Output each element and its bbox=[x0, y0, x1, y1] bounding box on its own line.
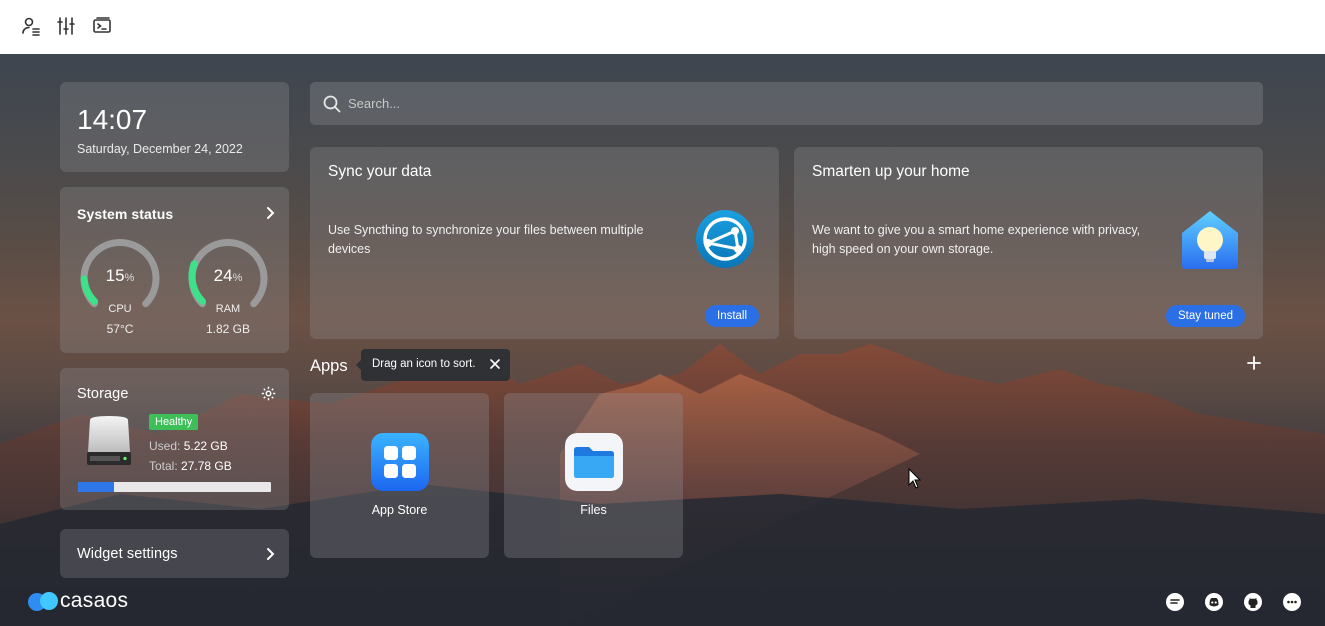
search-input[interactable] bbox=[348, 92, 1228, 114]
mouse-cursor-icon bbox=[908, 468, 922, 489]
tooltip-arrow bbox=[356, 360, 361, 370]
top-toolbar bbox=[0, 0, 1325, 54]
chat-icon[interactable] bbox=[1165, 592, 1185, 612]
app-tile-app-store[interactable]: App Store bbox=[310, 393, 489, 558]
system-status-title: System status bbox=[77, 206, 174, 222]
sliders-icon[interactable] bbox=[55, 15, 77, 37]
cpu-label: CPU bbox=[108, 303, 132, 315]
drag-sort-tooltip: Drag an icon to sort. bbox=[356, 349, 510, 381]
ram-label: RAM bbox=[215, 303, 241, 315]
sync-data-card: Sync your data Use Syncthing to synchron… bbox=[310, 147, 779, 339]
search-icon bbox=[323, 95, 341, 113]
clock-time: 14:07 bbox=[77, 104, 148, 135]
storage-usage-bar bbox=[78, 482, 271, 492]
brand-name: casaos bbox=[60, 589, 129, 612]
storage-used: Used: 5.22 GB bbox=[149, 439, 228, 453]
app-store-icon bbox=[371, 433, 429, 491]
cpu-value: 15% bbox=[105, 266, 135, 285]
ram-value: 24% bbox=[213, 266, 243, 285]
install-button[interactable]: Install bbox=[705, 305, 760, 327]
card-description: We want to give you a smart home experie… bbox=[812, 223, 1141, 256]
terminal-icon[interactable] bbox=[91, 15, 113, 37]
system-status-widget: System status 15% CPU 57°C 24% RAM 1.82 … bbox=[60, 187, 289, 353]
card-description: Use Syncthing to synchronize your files … bbox=[328, 223, 644, 256]
smart-home-bulb-icon bbox=[1182, 211, 1238, 269]
tooltip-text: Drag an icon to sort. bbox=[372, 358, 476, 370]
storage-title: Storage bbox=[77, 386, 129, 402]
search-bar bbox=[310, 82, 1263, 125]
clock-widget: 14:07 Saturday, December 24, 2022 bbox=[60, 82, 289, 172]
health-badge: Healthy bbox=[149, 414, 199, 430]
app-name: Files bbox=[580, 503, 607, 517]
syncthing-icon bbox=[696, 210, 754, 268]
chevron-right-icon bbox=[267, 548, 275, 560]
discord-icon[interactable] bbox=[1204, 592, 1224, 612]
cpu-temperature: 57°C bbox=[106, 322, 134, 336]
feedback-icon[interactable] bbox=[1282, 592, 1302, 612]
widget-settings-button[interactable]: Widget settings bbox=[60, 529, 289, 578]
gear-icon[interactable] bbox=[260, 385, 277, 402]
apps-section-title: Apps bbox=[310, 357, 348, 375]
storage-total: Total: 27.78 GB bbox=[149, 459, 232, 473]
add-app-plus-icon[interactable] bbox=[1246, 355, 1262, 371]
card-title: Sync your data bbox=[328, 163, 432, 180]
storage-widget: Storage Healthy Used: 5.22 GB Total: 27.… bbox=[60, 368, 289, 510]
files-icon bbox=[565, 433, 623, 491]
user-list-icon[interactable] bbox=[20, 15, 42, 37]
card-title: Smarten up your home bbox=[812, 163, 970, 180]
ram-usage: 1.82 GB bbox=[205, 322, 251, 336]
widget-settings-label: Widget settings bbox=[77, 546, 178, 562]
hard-drive-icon bbox=[87, 416, 131, 465]
chevron-right-icon[interactable] bbox=[263, 206, 277, 220]
github-icon[interactable] bbox=[1243, 592, 1263, 612]
storage-usage-fill bbox=[78, 482, 115, 492]
clock-date: Saturday, December 24, 2022 bbox=[77, 142, 243, 156]
app-tile-files[interactable]: Files bbox=[504, 393, 683, 558]
close-icon[interactable] bbox=[489, 358, 501, 370]
casaos-logo-icon bbox=[28, 592, 58, 611]
smart-home-card: Smarten up your home We want to give you… bbox=[794, 147, 1263, 339]
app-name: App Store bbox=[371, 503, 428, 517]
stay-tuned-button[interactable]: Stay tuned bbox=[1166, 305, 1245, 327]
